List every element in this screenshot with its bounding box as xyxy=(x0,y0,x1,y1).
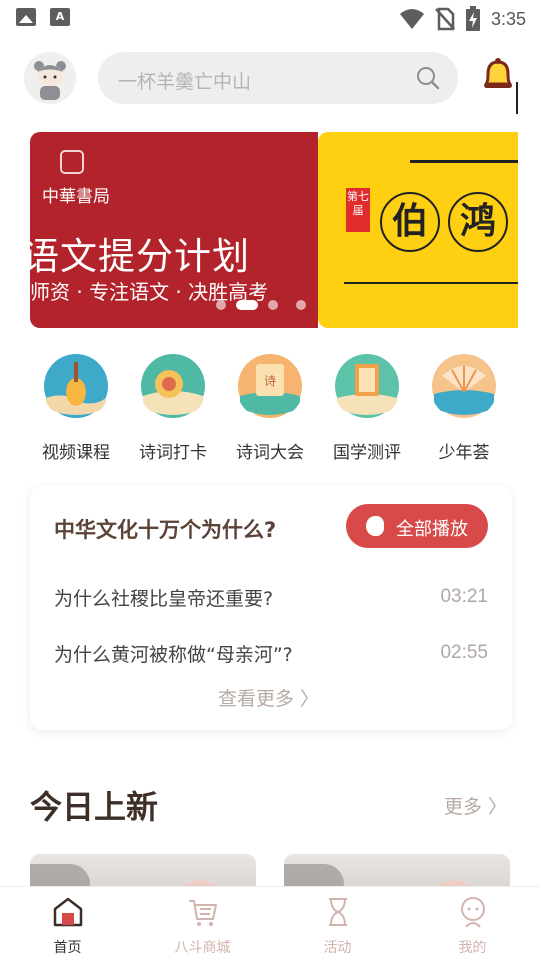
banner-slide-bohong[interactable]: 第七届 伯 鸿 xyxy=(318,132,518,328)
child-avatar-icon xyxy=(34,61,66,100)
section-more-link[interactable]: 更多 〉 xyxy=(444,792,507,819)
no-sim-icon xyxy=(435,7,455,31)
list-item-duration: 03:21 xyxy=(440,586,488,607)
play-icon xyxy=(366,516,384,536)
see-more-link[interactable]: 查看更多 〉 xyxy=(218,684,319,711)
banner-slide-yuwen[interactable]: 中華書局 语文提分计划 师资 · 专注语文 · 决胜高考 xyxy=(30,132,318,328)
list-item-question[interactable]: 为什么黄河被称做“母亲河”? xyxy=(54,640,293,667)
grid-label: 少年荟 xyxy=(438,443,490,463)
tab-home[interactable]: 首页 xyxy=(0,887,135,960)
search-bar[interactable]: 一杯羊羹亡中山 xyxy=(98,52,458,104)
font-a-icon: A xyxy=(50,8,70,26)
banner-carousel[interactable]: 中華書局 语文提分计划 师资 · 专注语文 · 决胜高考 第七届 伯 鸿 xyxy=(30,132,518,328)
grid-label: 国学测评 xyxy=(333,443,401,463)
grid-label: 诗词大会 xyxy=(236,443,304,463)
banner-char: 伯 xyxy=(380,192,440,252)
list-item-question[interactable]: 为什么社稷比皇帝还重要? xyxy=(54,584,273,611)
wifi-icon xyxy=(399,9,424,29)
tab-label: 首页 xyxy=(53,940,82,956)
svg-text:诗: 诗 xyxy=(264,374,276,388)
play-all-label: 全部播放 xyxy=(396,519,468,540)
tab-shop[interactable]: 八斗商城 xyxy=(135,887,270,960)
status-bar: A 3:35 xyxy=(0,0,540,36)
divider xyxy=(344,282,518,284)
clock: 3:35 xyxy=(490,8,526,29)
tab-activity[interactable]: 活动 xyxy=(270,887,405,960)
poem-seal-icon xyxy=(141,354,205,418)
section-title: 今日上新 xyxy=(30,788,159,826)
home-icon xyxy=(53,897,82,927)
why-card: 中华文化十万个为什么? 全部播放 为什么社稷比皇帝还重要? 03:21 为什么黄… xyxy=(30,486,512,730)
bell-icon[interactable] xyxy=(480,56,516,96)
publisher-seal-icon xyxy=(60,150,84,174)
carousel-dot[interactable] xyxy=(268,300,278,310)
grid-item-poem-contest[interactable]: 诗 诗词大会 xyxy=(224,352,316,463)
grid-item-video-course[interactable]: 视频课程 xyxy=(30,352,122,463)
hourglass-icon xyxy=(328,898,347,926)
card-title: 中华文化十万个为什么? xyxy=(54,518,277,542)
tab-label: 我的 xyxy=(458,940,487,956)
profile-icon xyxy=(460,897,485,928)
carousel-dot[interactable] xyxy=(216,300,226,310)
book-icon xyxy=(335,354,399,418)
fan-icon xyxy=(432,354,496,418)
carousel-dot-active[interactable] xyxy=(236,300,258,310)
text-cursor xyxy=(516,82,518,114)
banner-publisher: 中華書局 xyxy=(42,187,110,207)
carousel-dot[interactable] xyxy=(296,300,306,310)
grid-item-youth[interactable]: 少年荟 xyxy=(418,352,510,463)
lute-icon xyxy=(44,354,108,418)
tab-profile[interactable]: 我的 xyxy=(405,887,540,960)
banner-headline: 语文提分计划 xyxy=(30,235,250,278)
divider xyxy=(410,160,518,163)
scroll-icon: 诗 xyxy=(238,354,302,418)
image-icon xyxy=(16,8,36,26)
list-item-duration: 02:55 xyxy=(440,642,488,663)
grid-label: 诗词打卡 xyxy=(139,443,207,463)
grid-item-poem-checkin[interactable]: 诗词打卡 xyxy=(127,352,219,463)
battery-charging-icon xyxy=(465,6,480,31)
search-placeholder[interactable]: 一杯羊羹亡中山 xyxy=(118,67,251,94)
grid-item-guoxue-test[interactable]: 国学测评 xyxy=(321,352,413,463)
search-icon[interactable] xyxy=(416,66,440,90)
banner-char: 鸿 xyxy=(448,192,508,252)
tab-label: 活动 xyxy=(323,940,352,956)
edition-badge: 第七届 xyxy=(346,188,370,232)
category-grid: 视频课程 诗词打卡 诗 诗词大会 国学测评 少年荟 xyxy=(30,352,510,463)
carousel-dots xyxy=(216,300,306,310)
tab-label: 八斗商城 xyxy=(174,940,231,956)
grid-label: 视频课程 xyxy=(42,443,110,463)
cart-icon xyxy=(188,900,217,926)
play-all-button[interactable]: 全部播放 xyxy=(346,504,488,548)
bottom-tab-bar: 首页 八斗商城 活动 我的 xyxy=(0,886,540,960)
avatar[interactable] xyxy=(24,52,76,104)
